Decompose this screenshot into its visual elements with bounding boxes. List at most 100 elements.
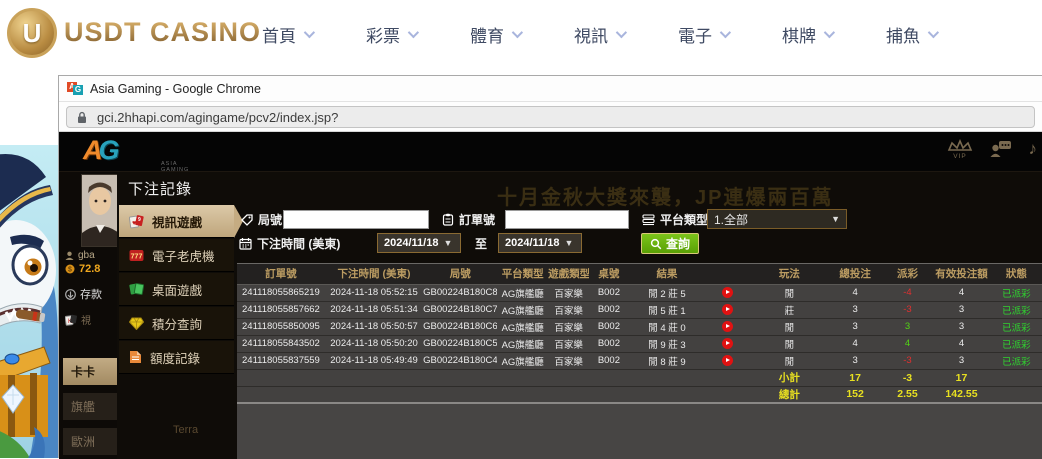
table-cell: 3	[933, 301, 989, 318]
table-cell: 已派彩	[990, 352, 1042, 369]
records-main: 局號 訂單號	[237, 172, 1042, 459]
totals-cell: 142.55	[933, 386, 989, 403]
lobby-menu-item[interactable]: 歐洲	[63, 428, 117, 455]
replay-button[interactable]	[722, 355, 733, 366]
table-row: 2411180558500952024-11-18 05:50:57GB0022…	[237, 318, 1042, 335]
table-cell: GB00224B180C4	[423, 352, 497, 369]
replay-button[interactable]	[722, 304, 733, 315]
round-no-label: 局號	[241, 211, 282, 228]
chevron-down-icon	[408, 27, 419, 38]
grand-total-row: 總計1522.55142.55	[237, 386, 1042, 403]
table-cell: 2024-11-18 05:52:15	[325, 284, 423, 301]
window-titlebar[interactable]: AG Asia Gaming - Google Chrome	[59, 76, 1042, 102]
records-table: 訂單號下注時間 (美東)局號平台類型遊戲類型桌號結果玩法總投注派彩有效投注額狀態…	[237, 264, 1042, 404]
search-button[interactable]: 查詢	[641, 233, 699, 254]
table-cell: B002	[589, 352, 628, 369]
date-to-select[interactable]: 2024/11/18 ▼	[498, 233, 582, 253]
video-games-row: K 視	[65, 312, 91, 327]
svg-text:VIP: VIP	[953, 153, 966, 159]
round-no-input[interactable]	[283, 210, 429, 229]
table-cell: 閒 9 莊 3	[629, 335, 706, 352]
table-cell: 2024-11-18 05:49:49	[325, 352, 423, 369]
nav-item-cards[interactable]: 棋牌	[782, 22, 832, 47]
dropdown-arrow-icon: ▼	[831, 214, 840, 224]
chevron-down-icon	[616, 27, 627, 38]
site-logo-icon: U	[7, 8, 57, 58]
table-cell: 3	[882, 318, 934, 335]
sidebar-item-table-games[interactable]: 桌面遊戲	[119, 273, 234, 306]
empty-cell	[237, 386, 750, 403]
lobby-menu-item[interactable]: 旗艦	[63, 393, 117, 420]
sidebar-item-credit-records[interactable]: 額度記錄	[119, 341, 234, 374]
column-header: 遊戲類型	[548, 264, 589, 284]
lobby-menu-item[interactable]: 卡卡	[63, 358, 117, 385]
sidebar-item-video-games[interactable]: ♥ 9 視訊遊戲	[119, 205, 234, 238]
column-header: 下注時間 (美東)	[325, 264, 423, 284]
window-title: Asia Gaming - Google Chrome	[90, 82, 261, 96]
nav-item-fishing[interactable]: 捕魚	[886, 22, 936, 47]
chrome-popup-window: AG Asia Gaming - Google Chrome gci.2hhap…	[58, 75, 1042, 458]
user-avatar	[81, 174, 118, 247]
table-cell: 百家樂	[548, 301, 589, 318]
address-bar[interactable]: gci.2hhapi.com/agingame/pcv2/index.jsp?	[66, 106, 1035, 128]
svg-text:9: 9	[138, 217, 141, 223]
tag-icon	[241, 214, 253, 226]
slot-777-icon: 777	[129, 249, 144, 262]
replay-cell	[705, 352, 750, 369]
table-cell: 241118055837559	[237, 352, 325, 369]
nav-item-home[interactable]: 首頁	[262, 22, 312, 47]
table-cell: 閒	[750, 335, 828, 352]
table-cell: 閒 8 莊 9	[629, 352, 706, 369]
table-cell: 4	[829, 335, 882, 352]
table-cell: 241118055857662	[237, 301, 325, 318]
replay-button[interactable]	[722, 338, 733, 349]
table-cell: -3	[882, 352, 934, 369]
order-no-label: 訂單號	[442, 211, 495, 228]
sidebar-item-points-query[interactable]: 積分查詢	[119, 307, 234, 340]
replay-cell	[705, 284, 750, 301]
nav-item-sports[interactable]: 體育	[470, 22, 520, 47]
svg-text:777: 777	[131, 253, 143, 260]
nav-item-lottery[interactable]: 彩票	[366, 22, 416, 47]
totals-cell: 17	[933, 369, 989, 386]
site-header: U USDT CASINO 首頁 彩票 體育 視訊 電子 棋牌 捕魚	[0, 0, 1042, 68]
mascot-illustration	[0, 145, 58, 458]
totals-cell: 17	[829, 369, 882, 386]
table-cell: -4	[882, 284, 934, 301]
nav-item-live[interactable]: 視訊	[574, 22, 624, 47]
order-no-input[interactable]	[505, 210, 629, 229]
sidebar-item-slots[interactable]: 777 電子老虎機	[119, 239, 234, 272]
table-cell: 已派彩	[990, 284, 1042, 301]
background-game-label: Terra	[173, 424, 198, 436]
table-cell: 2024-11-18 05:50:57	[325, 318, 423, 335]
nav-item-slots[interactable]: 電子	[678, 22, 728, 47]
table-cell: 閒	[750, 318, 828, 335]
username-row: gba	[65, 250, 95, 261]
url-text: gci.2hhapi.com/agingame/pcv2/index.jsp?	[97, 110, 338, 125]
replay-button[interactable]	[722, 287, 733, 298]
vip-crown-icon[interactable]: VIP	[946, 139, 973, 159]
table-cell: 3	[829, 318, 882, 335]
table-cell: B002	[589, 318, 628, 335]
table-cell: -3	[882, 301, 934, 318]
date-from-select[interactable]: 2024/11/18 ▼	[377, 233, 461, 253]
customer-service-icon[interactable]	[990, 140, 1012, 158]
ag-page: AG ASIA GAMING VIP ♪	[59, 132, 1042, 459]
column-header: 平台類型	[497, 264, 548, 284]
table-cell: 閒 2 莊 5	[629, 284, 706, 301]
totals-cell: 總計	[750, 386, 828, 403]
replay-button[interactable]	[722, 321, 733, 332]
music-icon[interactable]: ♪	[1029, 139, 1038, 159]
deposit-button[interactable]: 存款	[65, 286, 102, 302]
totals-cell: 2.55	[882, 386, 934, 403]
lock-icon	[76, 111, 88, 124]
table-cell: B002	[589, 284, 628, 301]
magnifier-icon	[650, 238, 662, 250]
totals-cell	[990, 369, 1042, 386]
table-cell: 4	[933, 335, 989, 352]
table-cell: AG旗艦廳	[497, 335, 548, 352]
ag-favicon: AG	[67, 82, 83, 96]
column-header	[705, 264, 750, 284]
platform-type-select[interactable]: 1.全部 ▼	[707, 209, 847, 229]
totals-cell: 152	[829, 386, 882, 403]
